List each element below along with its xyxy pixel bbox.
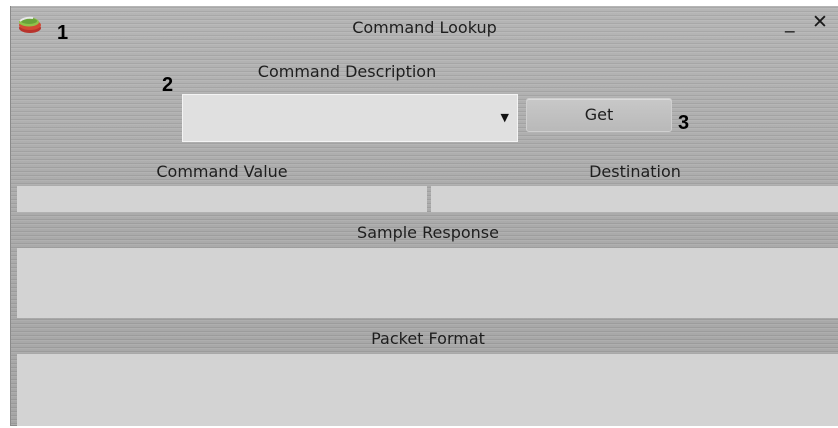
marker-1: 1 [57,22,69,44]
destination-field[interactable] [431,186,838,212]
destination-label: Destination [589,162,681,181]
command-value-field[interactable] [17,186,427,212]
title-bar[interactable]: Command Lookup _ ✕ [11,6,838,44]
get-button[interactable]: Get [526,98,672,132]
close-button[interactable]: ✕ [812,12,828,32]
sample-response-field[interactable] [17,248,838,318]
command-description-label: Command Description [257,62,437,81]
command-lookup-window: Command Lookup _ ✕ 1 2 3 Command Descrip… [10,6,838,426]
packet-format-field[interactable] [17,354,838,426]
chevron-down-icon[interactable]: ▼ [501,111,509,124]
marker-2: 2 [162,74,174,96]
packet-format-label: Packet Format [371,329,485,348]
command-description-dropdown[interactable]: ▼ [182,94,518,142]
window-title: Command Lookup [352,18,497,37]
command-value-label: Command Value [156,162,288,181]
minimize-button[interactable]: _ [785,12,795,32]
sample-response-label: Sample Response [357,223,499,242]
marker-3: 3 [678,112,690,134]
